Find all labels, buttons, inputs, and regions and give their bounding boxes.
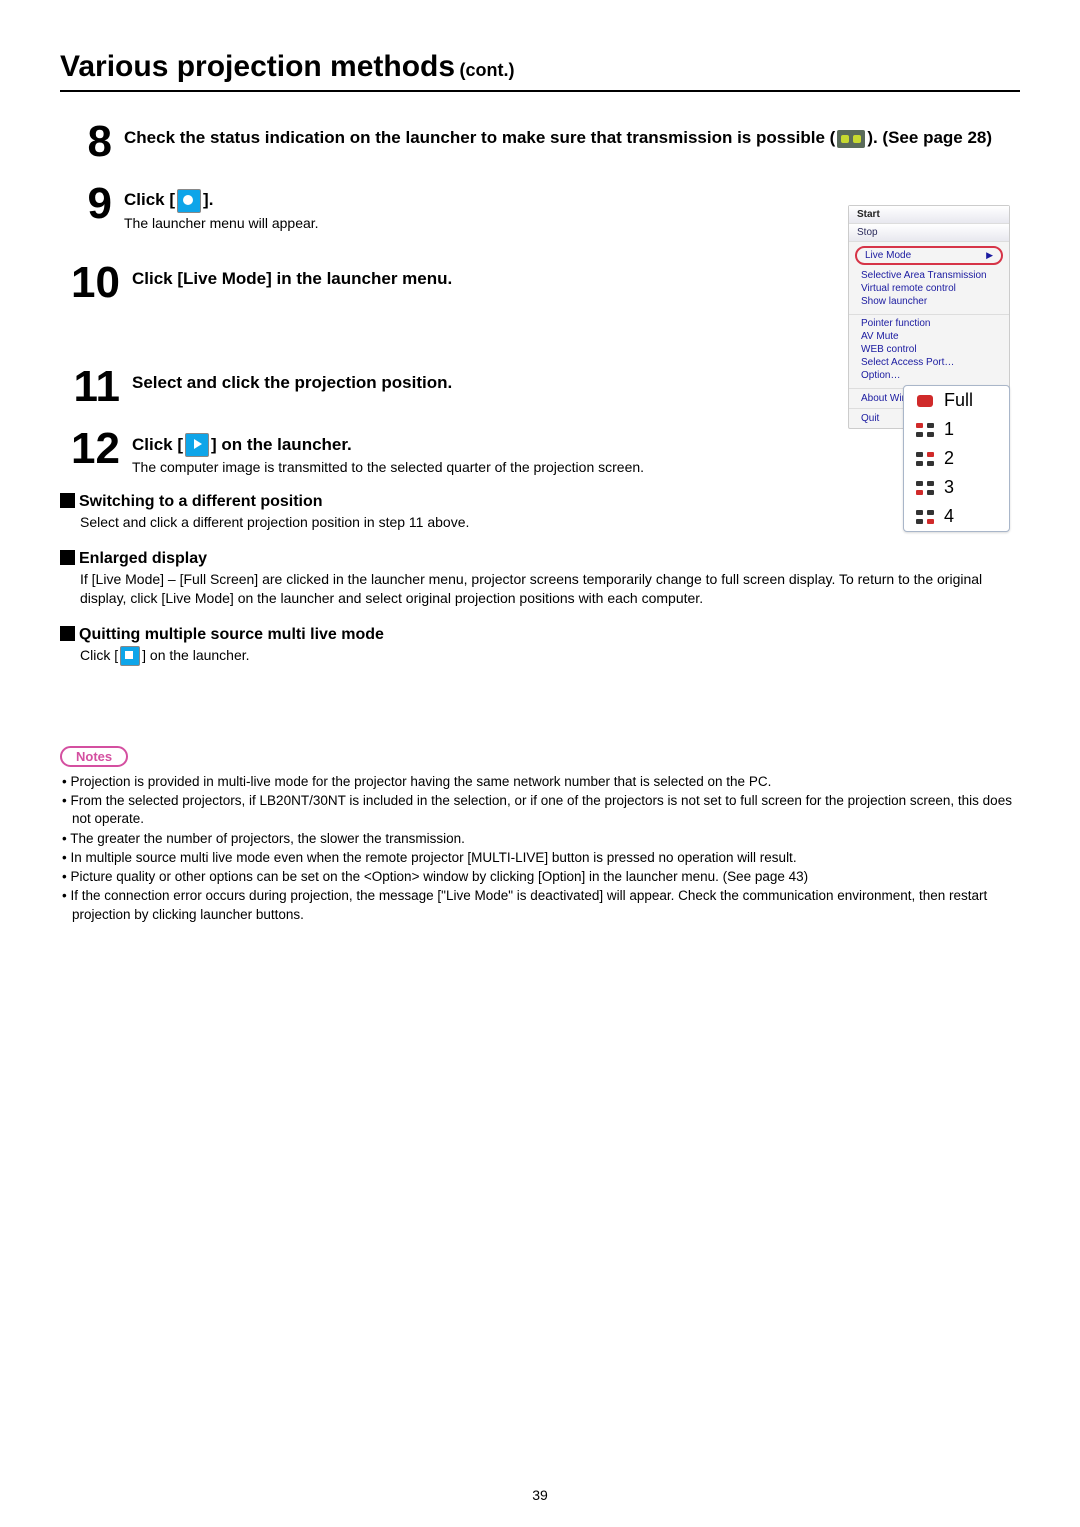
bullet-square-icon — [60, 493, 75, 508]
step-8: 8 Check the status indication on the lau… — [60, 120, 1020, 164]
note-item: • If the connection error occurs during … — [60, 887, 1020, 923]
transmission-indicator-icon — [837, 130, 865, 148]
note-item: • Picture quality or other options can b… — [60, 868, 1020, 886]
section-quitting-head: Quitting multiple source multi live mode — [60, 626, 1020, 644]
step-text: The computer image is transmitted to the… — [132, 459, 1020, 475]
notes-list: • Projection is provided in multi-live m… — [60, 773, 1020, 924]
full-screen-icon — [917, 395, 933, 407]
proj-full: Full — [904, 386, 1009, 415]
proj-quad-4: 4 — [904, 502, 1009, 531]
step-number: 11 — [60, 365, 120, 409]
section-enlarged-body: If [Live Mode] – [Full Screen] are click… — [80, 570, 1020, 608]
page-number: 39 — [0, 1487, 1080, 1503]
section-switching-body: Select and click a different projection … — [80, 513, 1020, 532]
section-enlarged-head: Enlarged display — [60, 550, 1020, 568]
page-title: Various projection methods — [60, 50, 455, 83]
projection-position-menu: Full 1 2 3 4 — [903, 385, 1010, 532]
step-number: 10 — [60, 261, 120, 305]
quad2-icon — [916, 452, 934, 466]
play-icon — [185, 433, 209, 457]
step-number: 12 — [60, 427, 120, 471]
bullet-square-icon — [60, 626, 75, 641]
submenu-arrow-icon: ▶ — [986, 250, 993, 261]
proj-quad-2: 2 — [904, 444, 1009, 473]
quad1-icon — [916, 423, 934, 437]
launcher-menu-icon — [177, 189, 201, 213]
page-title-cont: (cont.) — [460, 60, 515, 80]
step-12: 12 Click [] on the launcher. The compute… — [60, 427, 1020, 476]
menu-start: Start — [849, 206, 1009, 224]
section-switching-head: Switching to a different position — [60, 493, 1020, 511]
quad3-icon — [916, 481, 934, 495]
section-quitting-body: Click [] on the launcher. — [80, 646, 1020, 666]
bullet-square-icon — [60, 550, 75, 565]
note-item: • In multiple source multi live mode eve… — [60, 849, 1020, 867]
stop-icon — [120, 646, 140, 666]
step-title: Click [] on the launcher. — [132, 433, 1020, 458]
proj-quad-1: 1 — [904, 415, 1009, 444]
note-item: • The greater the number of projectors, … — [60, 830, 1020, 848]
menu-group-2: Pointer function AV Mute WEB control Sel… — [849, 315, 1009, 389]
menu-stop: Stop — [849, 224, 1009, 242]
proj-quad-3: 3 — [904, 473, 1009, 502]
menu-group-1: Selective Area Transmission Virtual remo… — [849, 267, 1009, 315]
note-item: • Projection is provided in multi-live m… — [60, 773, 1020, 791]
menu-live-mode-highlight: Live Mode ▶ — [855, 246, 1003, 265]
step-number: 9 — [60, 182, 112, 226]
step-title: Check the status indication on the launc… — [124, 126, 1020, 150]
notes-badge: Notes — [60, 746, 128, 767]
quad4-icon — [916, 510, 934, 524]
page-title-row: Various projection methods (cont.) — [60, 50, 1020, 92]
note-item: • From the selected projectors, if LB20N… — [60, 792, 1020, 828]
step-number: 8 — [60, 120, 112, 164]
